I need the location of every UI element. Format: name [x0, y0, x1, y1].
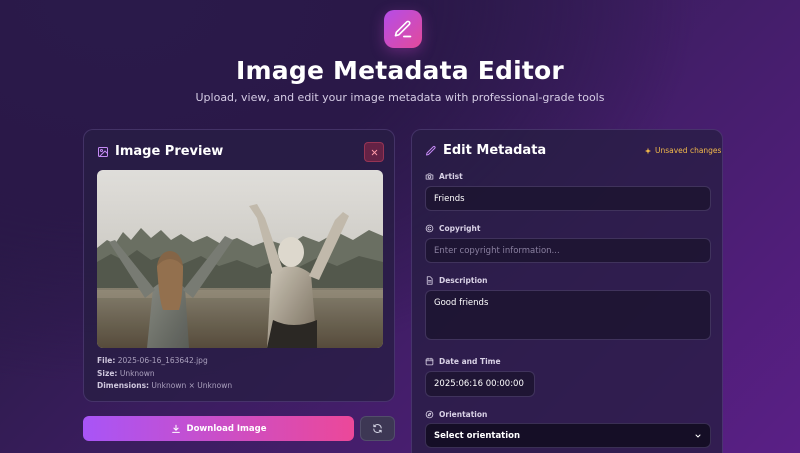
datetime-label: Date and Time: [425, 357, 501, 366]
compass-icon: [425, 410, 434, 419]
artist-label-text: Artist: [439, 172, 463, 181]
pencil-icon: [394, 20, 412, 38]
copyright-input[interactable]: Enter copyright information...: [425, 238, 711, 263]
document-icon: [426, 276, 433, 285]
orientation-label-text: Orientation: [439, 410, 488, 419]
calendar-icon: [425, 357, 434, 366]
pencil-icon: [426, 145, 436, 155]
image-icon: [98, 146, 108, 157]
page-subtitle: Upload, view, and edit your image metada…: [195, 91, 605, 104]
image-preview-panel: Image Preview File: 2025-06-16_163642.jp…: [83, 129, 395, 402]
edit-metadata-header: Edit Metadata: [425, 143, 546, 158]
description-textarea[interactable]: Good friends: [425, 290, 711, 340]
reset-button[interactable]: [360, 416, 395, 441]
file-label: File:: [97, 356, 116, 365]
artist-input[interactable]: Friends: [425, 186, 711, 211]
edit-metadata-panel: Edit Metadata Unsaved changes Artist Fri…: [411, 129, 723, 453]
preview-photo: [97, 170, 383, 348]
description-label-text: Description: [439, 276, 488, 285]
dimensions-line: Dimensions: Unknown × Unknown: [97, 381, 232, 390]
artist-label: Artist: [425, 172, 463, 181]
file-size-line: Size: Unknown: [97, 369, 155, 378]
refresh-icon: [373, 424, 382, 433]
datetime-label-text: Date and Time: [439, 357, 501, 366]
orientation-select[interactable]: Select orientation: [425, 423, 711, 448]
page-title: Image Metadata Editor: [236, 56, 564, 85]
file-size-value: Unknown: [119, 369, 155, 378]
file-name-line: File: 2025-06-16_163642.jpg: [97, 356, 208, 365]
unsaved-changes-indicator: Unsaved changes: [644, 146, 721, 155]
dimensions-value: Unknown × Unknown: [151, 381, 233, 390]
dimensions-label: Dimensions:: [97, 381, 150, 390]
close-icon: [371, 149, 377, 155]
download-image-button[interactable]: Download Image: [83, 416, 354, 441]
image-preview-title: Image Preview: [115, 144, 224, 159]
sparkle-icon: [645, 147, 651, 154]
datetime-input[interactable]: 2025:06:16 00:00:00: [425, 371, 535, 397]
orientation-label: Orientation: [425, 410, 487, 419]
edit-metadata-title: Edit Metadata: [443, 143, 547, 158]
download-image-label: Download Image: [186, 423, 267, 434]
copyright-label: Copyright: [425, 224, 480, 233]
copyright-icon: [425, 224, 434, 233]
remove-image-button[interactable]: [364, 142, 384, 162]
chevron-down-icon: [695, 434, 701, 437]
unsaved-changes-text: Unsaved changes: [655, 146, 722, 155]
camera-icon: [425, 173, 434, 180]
copyright-label-text: Copyright: [439, 224, 481, 233]
file-name-value: 2025-06-16_163642.jpg: [117, 356, 208, 365]
size-label: Size:: [97, 369, 118, 378]
image-preview: [97, 170, 383, 348]
description-label: Description: [425, 276, 488, 285]
image-preview-header: Image Preview: [97, 144, 223, 159]
orientation-select-value: Select orientation: [434, 430, 521, 441]
app-logo: [384, 10, 422, 48]
download-icon: [171, 424, 180, 433]
